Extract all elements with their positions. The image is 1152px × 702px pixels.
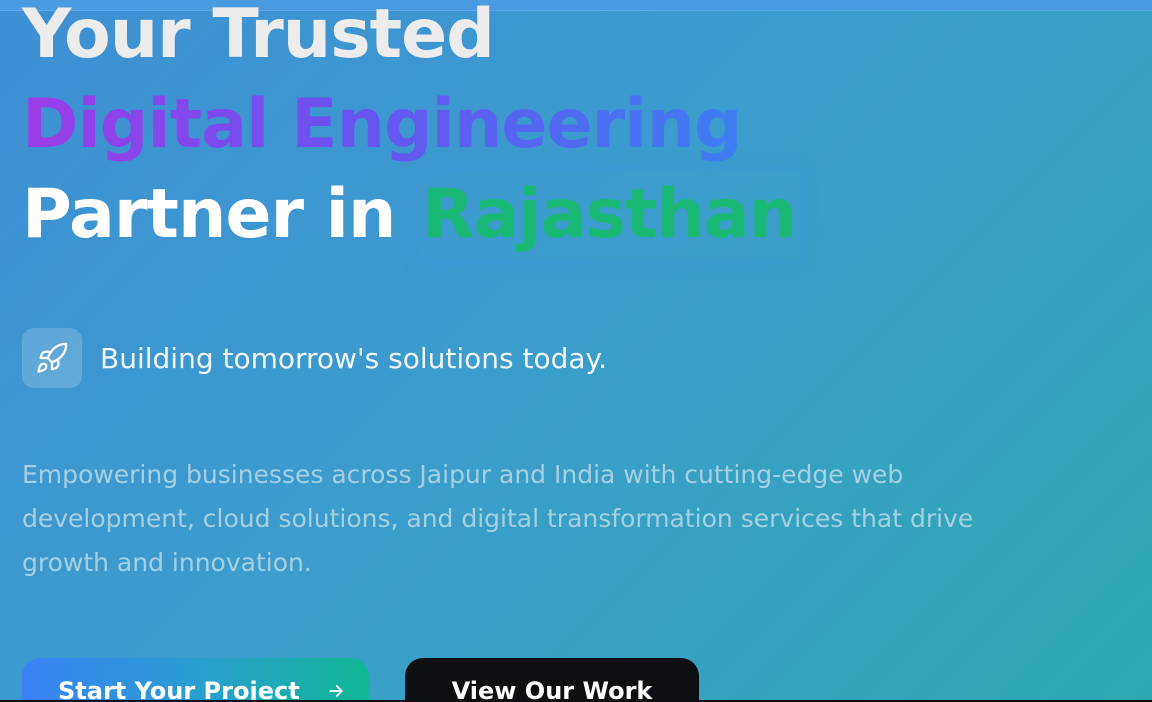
view-work-button[interactable]: View Our Work	[405, 658, 699, 702]
hero-description: Empowering businesses across Jaipur and …	[22, 460, 974, 577]
hero-headline: Your Trusted Digital Engineering Partner…	[22, 0, 800, 260]
headline-line-1: Your Trusted	[22, 0, 495, 74]
headline-line-3: Partner in Rajasthan	[22, 170, 800, 260]
start-project-button[interactable]: Start Your Project	[22, 658, 369, 702]
tagline: Building tomorrow's solutions today.	[22, 328, 607, 388]
headline-highlight-location: Rajasthan	[418, 170, 800, 260]
view-work-label: View Our Work	[451, 677, 653, 702]
headline-line-2: Digital Engineering	[22, 80, 743, 170]
headline-line-3-prefix: Partner in	[22, 175, 419, 254]
arrow-right-icon	[326, 681, 346, 701]
tagline-text: Building tomorrow's solutions today.	[100, 341, 608, 375]
start-project-label: Start Your Project	[58, 677, 300, 702]
rocket-icon	[22, 328, 82, 388]
